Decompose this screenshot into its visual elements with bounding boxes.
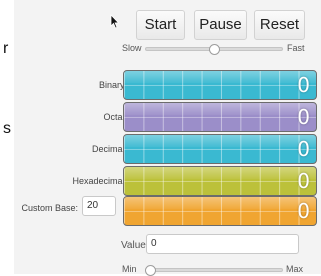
partial-letter-r: r <box>3 40 9 57</box>
speed-slider-min-label: Slow <box>122 43 142 53</box>
binary-display: 0 <box>123 70 317 100</box>
speed-slider-max-label: Fast <box>287 43 305 53</box>
decimal-display: 0 <box>123 134 317 164</box>
decimal-label: Decimal: <box>91 144 127 154</box>
number-converter-app: Start Pause Reset Slow Fast Binary: 0 Oc… <box>14 0 321 276</box>
value-slider-min-label: Min <box>122 264 137 274</box>
speed-slider-thumb[interactable] <box>208 43 220 55</box>
hexadecimal-label: Hexadecimal: <box>72 176 127 186</box>
octal-display: 0 <box>123 102 317 132</box>
value-input[interactable]: 0 <box>146 234 299 254</box>
pause-button[interactable]: Pause <box>194 10 247 40</box>
value-label: Value: <box>121 240 149 251</box>
left-edge-strip: r s <box>0 0 14 274</box>
custom-base-display: 0 <box>123 196 317 226</box>
decimal-value: 0 <box>297 137 310 161</box>
custom-base-value: 0 <box>297 199 310 223</box>
hexadecimal-value: 0 <box>297 169 310 193</box>
custom-base-input[interactable]: 20 <box>82 196 116 216</box>
custom-base-label: Custom Base: <box>21 203 78 213</box>
start-button[interactable]: Start <box>136 10 185 40</box>
value-slider-track[interactable] <box>145 268 283 272</box>
hexadecimal-display: 0 <box>123 166 317 196</box>
binary-value: 0 <box>297 73 310 97</box>
reset-button[interactable]: Reset <box>254 10 305 40</box>
octal-value: 0 <box>297 105 310 129</box>
mouse-cursor-icon <box>110 14 120 29</box>
partial-letter-s: s <box>3 120 11 137</box>
value-slider-max-label: Max <box>286 264 304 274</box>
